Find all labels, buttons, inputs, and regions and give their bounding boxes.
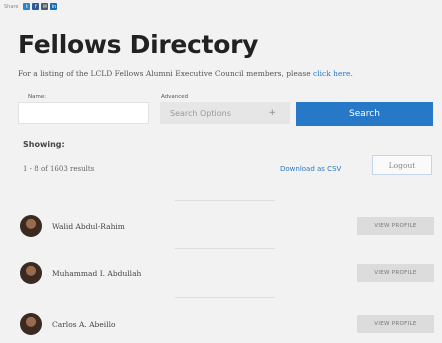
share-label: Share (4, 3, 19, 10)
results-count: 1 - 8 of 1603 results (23, 165, 95, 173)
click-here-link[interactable]: click here. (313, 69, 353, 78)
intro-message: For a listing of the LCLD Fellows Alumni… (18, 69, 314, 78)
email-icon[interactable]: ✉ (41, 3, 49, 10)
divider (175, 297, 275, 298)
name-input[interactable] (18, 102, 149, 124)
fellow-row: Muhammad I. Abdullah VIEW PROFILE (0, 262, 442, 292)
avatar (20, 262, 42, 284)
facebook-icon[interactable]: f (32, 3, 40, 10)
avatar (20, 313, 42, 335)
showing-label: Showing: (23, 140, 65, 149)
view-profile-button[interactable]: VIEW PROFILE (357, 264, 434, 282)
search-button[interactable]: Search (296, 102, 433, 126)
divider (175, 248, 275, 249)
plus-icon: + (268, 108, 276, 118)
search-options-placeholder: Search Options (170, 108, 231, 118)
linkedin-icon[interactable]: in (50, 3, 58, 10)
fellow-row: Carlos A. Abeillo VIEW PROFILE (0, 313, 442, 343)
divider (175, 200, 275, 201)
download-csv-link[interactable]: Download as CSV (280, 165, 341, 173)
fellow-name[interactable]: Walid Abdul-Rahim (52, 222, 125, 231)
share-bar: Share t f ✉ in (4, 3, 58, 10)
fellow-row: Walid Abdul-Rahim VIEW PROFILE (0, 215, 442, 245)
avatar (20, 215, 42, 237)
view-profile-button[interactable]: VIEW PROFILE (357, 217, 434, 235)
advanced-label: Advanced (161, 94, 189, 100)
view-profile-button[interactable]: VIEW PROFILE (357, 315, 434, 333)
logout-button[interactable]: Logout (372, 155, 432, 175)
name-label: Name: (28, 94, 47, 100)
fellow-name[interactable]: Muhammad I. Abdullah (52, 269, 141, 278)
page-title: Fellows Directory (18, 30, 259, 59)
fellow-name[interactable]: Carlos A. Abeillo (52, 320, 116, 329)
twitter-icon[interactable]: t (23, 3, 31, 10)
search-options-select[interactable]: Search Options + (160, 102, 290, 124)
intro-text: For a listing of the LCLD Fellows Alumni… (18, 69, 353, 78)
